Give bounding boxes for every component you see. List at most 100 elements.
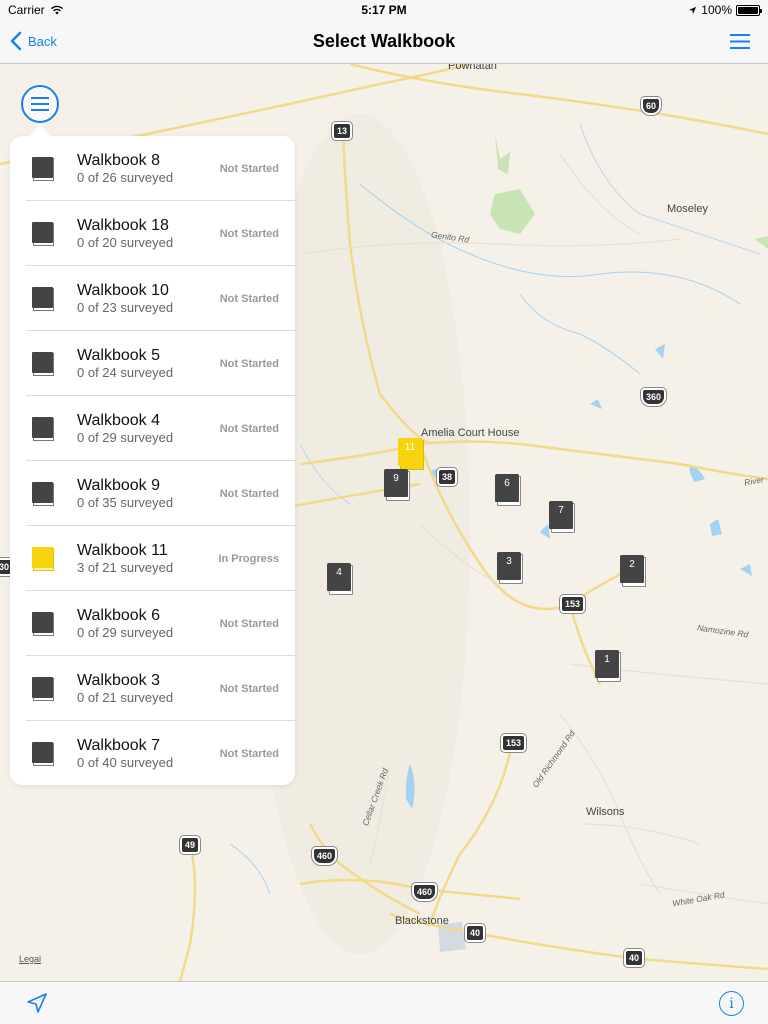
walkbook-marker-2[interactable]: 2 xyxy=(620,555,646,587)
walkbook-text: Walkbook 60 of 29 surveyed xyxy=(77,606,220,641)
place-powhatan: Powhatan xyxy=(448,64,497,72)
book-icon xyxy=(32,286,54,311)
book-icon xyxy=(32,546,54,571)
place-wilsons: Wilsons xyxy=(586,806,625,818)
route-shield: 49 xyxy=(180,836,201,854)
walkbook-status: Not Started xyxy=(219,227,279,240)
info-button[interactable]: i xyxy=(719,991,744,1016)
book-icon xyxy=(32,351,54,376)
walkbook-text: Walkbook 10 0 of 23 surveyed xyxy=(77,281,220,316)
walkbook-marker-9[interactable]: 9 xyxy=(384,469,410,501)
route-shield: 40 xyxy=(624,949,645,967)
walkbook-progress: 0 of 29 surveyed xyxy=(77,625,174,640)
walkbook-status: In Progress xyxy=(218,552,279,565)
list-icon xyxy=(31,97,49,111)
location-arrow-icon xyxy=(27,993,47,1013)
walkbook-progress: 0 of 23 surveyed xyxy=(77,300,174,315)
wifi-icon xyxy=(50,5,63,15)
battery-icon xyxy=(736,4,762,16)
route-shield: 153 xyxy=(501,734,527,752)
walkbook-progress: 3 of 21 surveyed xyxy=(77,560,174,575)
book-icon xyxy=(32,416,54,441)
walkbook-status: Not Started xyxy=(219,357,279,370)
walkbook-status: Not Started xyxy=(219,747,279,760)
walkbook-progress: 0 of 20 surveyed xyxy=(77,235,174,250)
walkbook-list-item[interactable]: Walkbook 90 of 35 surveyed Not Started xyxy=(10,461,295,526)
marker-label: 4 xyxy=(327,563,351,591)
marker-label: 7 xyxy=(549,501,573,529)
walkbook-progress: 0 of 29 surveyed xyxy=(77,430,174,445)
walkbook-list-item[interactable]: Walkbook 80 of 26 surveyed Not Started xyxy=(10,136,295,201)
status-bar: Carrier 5:17 PM 100% xyxy=(0,0,768,20)
place-amelia-court-house: Amelia Court House xyxy=(421,427,520,439)
battery-percent: 100% xyxy=(701,3,732,17)
walkbook-name: Walkbook 18 xyxy=(77,217,169,234)
back-button[interactable]: Back xyxy=(10,31,57,51)
walkbook-list-toggle-button[interactable] xyxy=(21,85,59,123)
route-shield: 60 xyxy=(641,97,662,115)
walkbook-progress: 0 of 26 surveyed xyxy=(77,170,174,185)
navigation-bar: Back Select Walkbook xyxy=(0,20,768,64)
route-shield: 360 xyxy=(641,388,667,406)
location-arrow-icon xyxy=(689,6,697,14)
walkbook-name: Walkbook 6 xyxy=(77,607,160,624)
walkbook-marker-6[interactable]: 6 xyxy=(495,474,521,506)
place-moseley: Moseley xyxy=(667,203,708,215)
walkbook-marker-1[interactable]: 1 xyxy=(595,650,621,682)
popover-arrow xyxy=(30,124,50,136)
walkbook-text: Walkbook 30 of 21 surveyed xyxy=(77,671,220,706)
walkbook-status: Not Started xyxy=(219,617,279,630)
marker-label: 9 xyxy=(384,469,408,497)
walkbook-list-item[interactable]: Walkbook 10 0 of 23 surveyed Not Started xyxy=(10,266,295,331)
walkbook-marker-11[interactable]: 11 xyxy=(398,438,424,470)
walkbook-marker-4[interactable]: 4 xyxy=(327,563,353,595)
hamburger-icon xyxy=(730,34,750,49)
walkbook-name: Walkbook 5 xyxy=(77,347,160,364)
book-icon xyxy=(32,741,54,766)
route-shield: 38 xyxy=(437,468,458,486)
walkbook-list-item[interactable]: Walkbook 18 0 of 20 surveyed Not Started xyxy=(10,201,295,266)
route-shield: 13 xyxy=(332,122,353,140)
walkbook-status: Not Started xyxy=(219,682,279,695)
back-label: Back xyxy=(28,33,57,49)
walkbook-list-item[interactable]: Walkbook 50 of 24 surveyed Not Started xyxy=(10,331,295,396)
place-blackstone: Blackstone xyxy=(395,915,449,927)
walkbook-list-item[interactable]: Walkbook 70 of 40 surveyed Not Started xyxy=(10,721,295,785)
menu-button[interactable] xyxy=(730,34,750,54)
book-icon xyxy=(32,221,54,246)
walkbook-text: Walkbook 40 of 29 surveyed xyxy=(77,411,220,446)
walkbook-name: Walkbook 9 xyxy=(77,477,160,494)
walkbook-name: Walkbook 8 xyxy=(77,152,160,169)
walkbook-list-item[interactable]: Walkbook 30 of 21 surveyed Not Started xyxy=(10,656,295,721)
walkbook-marker-3[interactable]: 3 xyxy=(497,552,523,584)
walkbook-list-item[interactable]: Walkbook 40 of 29 surveyed Not Started xyxy=(10,396,295,461)
walkbook-list-item[interactable]: Walkbook 60 of 29 surveyed Not Started xyxy=(10,591,295,656)
walkbook-text: Walkbook 70 of 40 surveyed xyxy=(77,736,220,771)
walkbook-progress: 0 of 40 surveyed xyxy=(77,755,174,770)
walkbook-progress: 0 of 35 surveyed xyxy=(77,495,174,510)
walkbook-name: Walkbook 11 xyxy=(77,542,168,559)
walkbook-status: Not Started xyxy=(219,162,279,175)
legal-link[interactable]: Legal xyxy=(19,954,41,964)
route-shield: 153 xyxy=(560,595,586,613)
walkbook-name: Walkbook 3 xyxy=(77,672,160,689)
route-shield: 460 xyxy=(412,883,438,901)
status-time: 5:17 PM xyxy=(361,3,407,17)
marker-label: 11 xyxy=(398,438,422,466)
route-shield: 460 xyxy=(312,847,338,865)
route-shield: 40 xyxy=(465,924,486,942)
walkbook-name: Walkbook 4 xyxy=(77,412,160,429)
marker-label: 1 xyxy=(595,650,619,678)
walkbook-text: Walkbook 90 of 35 surveyed xyxy=(77,476,220,511)
walkbook-marker-7[interactable]: 7 xyxy=(549,501,575,533)
walkbook-list-item[interactable]: Walkbook 11 3 of 21 surveyed In Progress xyxy=(10,526,295,591)
walkbook-name: Walkbook 10 xyxy=(77,282,169,299)
walkbook-list-popover: Walkbook 80 of 26 surveyed Not Started Wal… xyxy=(10,136,295,785)
chevron-left-icon xyxy=(10,31,22,51)
bottom-toolbar: i xyxy=(0,981,768,1024)
book-icon xyxy=(32,676,54,701)
marker-label: 3 xyxy=(497,552,521,580)
walkbook-text: Walkbook 50 of 24 surveyed xyxy=(77,346,220,381)
walkbook-status: Not Started xyxy=(219,422,279,435)
locate-button[interactable] xyxy=(26,992,48,1019)
